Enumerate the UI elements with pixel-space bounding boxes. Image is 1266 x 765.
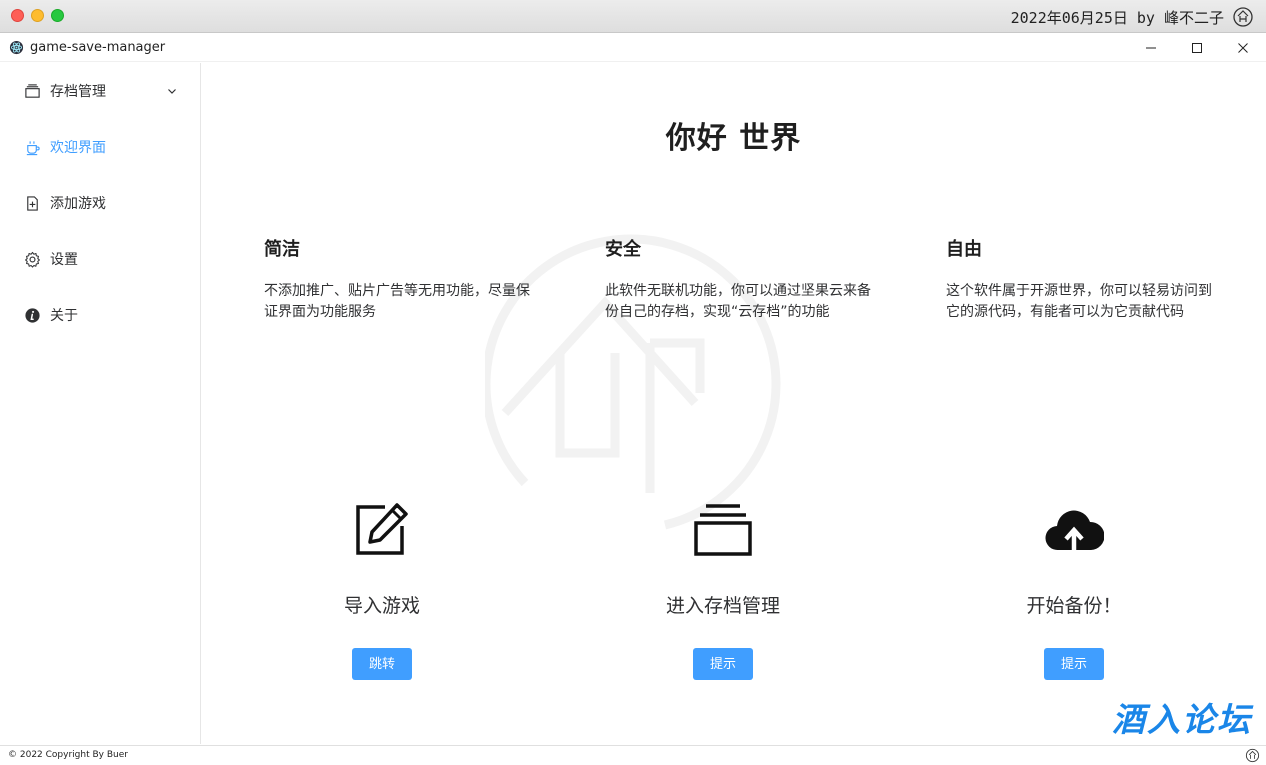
hint-button[interactable]: 提示	[693, 648, 753, 680]
minimize-button[interactable]	[1128, 33, 1174, 62]
archive-icon	[24, 83, 41, 100]
info-icon	[24, 307, 41, 324]
electron-app-icon	[9, 40, 24, 55]
gear-icon	[24, 251, 41, 268]
sidebar-item-label: 欢迎界面	[50, 140, 106, 156]
mac-close-button[interactable]	[11, 9, 24, 22]
copyright-text: © 2022 Copyright By Buer	[8, 750, 128, 760]
close-icon	[1238, 42, 1248, 53]
close-button[interactable]	[1220, 33, 1266, 62]
sidebar-item-label: 添加游戏	[50, 196, 106, 212]
mac-title-bar: 2022年06月25日 by 峰不二子	[0, 0, 1266, 33]
footer: © 2022 Copyright By Buer	[0, 745, 1266, 765]
jump-button[interactable]: 跳转	[352, 648, 412, 680]
feature-title: 安全	[605, 239, 641, 260]
coffee-cup-icon	[24, 139, 41, 156]
feature-text: 这个软件属于开源世界，你可以轻易访问到它的源代码，有能者可以为它贡献代码	[946, 283, 1212, 320]
signature-seal-icon	[1233, 7, 1253, 27]
action-label: 进入存档管理	[665, 595, 780, 617]
window-title: game-save-manager	[30, 40, 166, 55]
chevron-down-icon[interactable]	[166, 85, 178, 97]
sidebar-item-about[interactable]: 关于	[0, 287, 200, 343]
feature-card-secure: 安全 此软件无联机功能，你可以通过坚果云来备份自己的存档，实现“云存档”的功能	[605, 235, 875, 323]
maximize-button[interactable]	[1174, 33, 1220, 62]
window-title-bar: game-save-manager	[0, 33, 1266, 62]
sidebar-item-archive-management[interactable]: 存档管理	[0, 63, 200, 119]
sidebar-item-add-game[interactable]: 添加游戏	[0, 175, 200, 231]
action-label: 开始备份！	[1026, 595, 1122, 617]
action-start-backup: 开始备份！ 提示	[964, 499, 1184, 680]
mac-minimize-button[interactable]	[31, 9, 44, 22]
main-content: 你好 世界 简洁 不添加推广、贴片广告等无用功能，尽量保证界面为功能服务 安全 …	[201, 63, 1266, 744]
sidebar-item-welcome[interactable]: 欢迎界面	[0, 119, 200, 175]
mac-bar-right: 2022年06月25日 by 峰不二子	[1011, 6, 1254, 28]
minimize-icon	[1146, 47, 1156, 48]
action-archive-management: 进入存档管理 提示	[613, 499, 833, 680]
datetime-text: 2022年06月25日 by 峰不二子	[1010, 8, 1224, 27]
sidebar-item-label: 关于	[50, 308, 78, 324]
action-label: 导入游戏	[343, 595, 420, 617]
cloud-upload-icon	[1045, 510, 1104, 551]
feature-text: 不添加推广、贴片广告等无用功能，尽量保证界面为功能服务	[264, 283, 530, 320]
archive-stack-icon	[694, 504, 752, 556]
edit-icon	[356, 503, 408, 555]
forum-logo: 酒入论坛	[1112, 700, 1252, 739]
mac-zoom-button[interactable]	[51, 9, 64, 22]
sidebar-item-label: 存档管理	[50, 84, 106, 100]
feature-title: 简洁	[264, 239, 300, 260]
document-add-icon	[24, 195, 41, 212]
feature-card-simple: 简洁 不添加推广、贴片广告等无用功能，尽量保证界面为功能服务	[264, 235, 534, 323]
feature-text: 此软件无联机功能，你可以通过坚果云来备份自己的存档，实现“云存档”的功能	[605, 283, 871, 320]
signature-seal-icon	[1245, 748, 1260, 763]
action-import-game: 导入游戏 跳转	[272, 499, 492, 680]
page-title: 你好 世界	[665, 121, 802, 156]
maximize-icon	[1192, 42, 1202, 53]
sidebar: 存档管理 欢迎界面 添加游戏 设置 关于	[0, 63, 201, 744]
sidebar-item-settings[interactable]: 设置	[0, 231, 200, 287]
feature-card-free: 自由 这个软件属于开源世界，你可以轻易访问到它的源代码，有能者可以为它贡献代码	[946, 235, 1216, 323]
sidebar-item-label: 设置	[50, 252, 78, 268]
feature-title: 自由	[946, 239, 982, 260]
hint-button[interactable]: 提示	[1044, 648, 1104, 680]
